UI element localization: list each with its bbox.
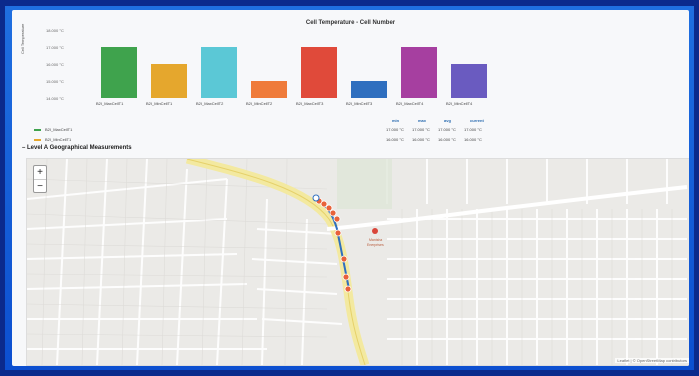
dashboard-panel: Cell Temperature - Cell Number Cell Temp… [12, 10, 689, 366]
legend-swatch [34, 129, 41, 131]
svg-text:Manisha: Manisha [369, 238, 382, 242]
chart-title: Cell Temperature - Cell Number [305, 20, 396, 26]
x-category-label: B2I_MinCellT2 [246, 101, 273, 106]
legend-series-mincellt1[interactable]: B2I_MinCellT1 [34, 137, 71, 142]
map-view[interactable]: Manisha Enerprises + − Leaflet | © OpenS… [26, 158, 689, 366]
x-category-label: B2I_MinCellT3 [346, 101, 373, 106]
legend-value: 17.000 °C [464, 127, 482, 132]
legend-header-max[interactable]: max [418, 118, 426, 123]
legend-value: 17.000 °C [386, 127, 404, 132]
x-category-label: B2I_MinCellT4 [446, 101, 473, 106]
bar-b2i_mincellt3[interactable] [351, 81, 387, 98]
legend-series-maxcellt1[interactable]: B2I_MaxCellT1 [34, 127, 72, 132]
legend-value: 16.000 °C [386, 137, 404, 142]
y-tick-label: 16.000 °C [46, 62, 64, 67]
legend-value: 17.000 °C [412, 127, 430, 132]
bar-b2i_mincellt4[interactable] [451, 64, 487, 98]
y-tick-label: 14.000 °C [46, 96, 64, 101]
legend-value: 16.000 °C [438, 137, 456, 142]
x-category-label: B2I_MaxCellT2 [196, 101, 224, 106]
bar-b2i_maxcellt4[interactable] [401, 47, 437, 98]
bar-b2i_maxcellt2[interactable] [201, 47, 237, 98]
legend-header-current[interactable]: current [470, 118, 484, 123]
x-category-label: B2I_MaxCellT1 [96, 101, 124, 106]
y-tick-label: 17.000 °C [46, 45, 64, 50]
chart-y-axis-label: Cell Temperature [20, 23, 25, 54]
map-attribution[interactable]: Leaflet | © OpenStreetMap contributors [615, 358, 689, 363]
x-category-label: B2I_MinCellT1 [146, 101, 173, 106]
bar-b2i_maxcellt3[interactable] [301, 47, 337, 98]
bar-b2i_maxcellt1[interactable] [101, 47, 137, 98]
legend-value: 17.000 °C [438, 127, 456, 132]
zoom-out-button[interactable]: − [34, 180, 46, 193]
x-category-label: B2I_MaxCellT4 [396, 101, 424, 106]
bar-chart [94, 30, 494, 98]
legend-value: 16.000 °C [412, 137, 430, 142]
legend-swatch [34, 139, 41, 141]
map-tiles: Manisha Enerprises [27, 159, 689, 365]
legend-header-min[interactable]: min [392, 118, 399, 123]
map-zoom-control: + − [33, 165, 47, 193]
legend-value: 16.000 °C [464, 137, 482, 142]
zoom-in-button[interactable]: + [34, 166, 46, 180]
section-title[interactable]: – Level A Geographical Measurements [22, 145, 132, 151]
bar-b2i_mincellt1[interactable] [151, 64, 187, 98]
svg-text:Enerprises: Enerprises [367, 243, 384, 247]
y-tick-label: 15.000 °C [46, 79, 64, 84]
x-category-label: B2I_MaxCellT3 [296, 101, 324, 106]
legend-header-avg[interactable]: avg [444, 118, 451, 123]
y-tick-label: 18.000 °C [46, 28, 64, 33]
bar-b2i_mincellt2[interactable] [251, 81, 287, 98]
